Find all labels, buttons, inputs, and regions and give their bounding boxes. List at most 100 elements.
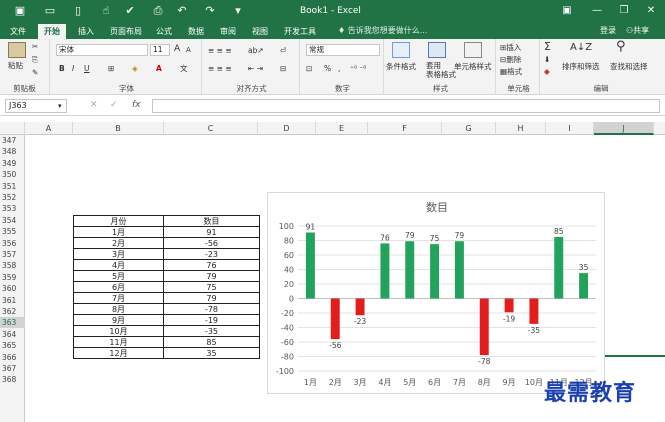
insert-cells-button[interactable]: ⊞插入 (500, 42, 521, 53)
column-header-e[interactable]: E (316, 122, 368, 135)
redo-icon[interactable]: ↷ (202, 4, 218, 18)
month-cell[interactable]: 10月 (73, 325, 164, 337)
count-cell[interactable]: -35 (163, 325, 260, 337)
month-cell[interactable]: 7月 (73, 292, 164, 304)
count-cell[interactable]: -78 (163, 303, 260, 315)
table-format-icon[interactable] (428, 42, 446, 58)
tab-view[interactable]: 视图 (246, 24, 274, 39)
month-cell[interactable]: 4月 (73, 259, 164, 271)
row-header[interactable]: 365 (0, 340, 25, 351)
row-header[interactable]: 363 (0, 317, 25, 329)
number-format-select[interactable]: 常规 (306, 44, 380, 56)
header-count[interactable]: 数目 (163, 215, 260, 227)
tab-formulas[interactable]: 公式 (150, 24, 178, 39)
copy-icon[interactable]: ⎘ (32, 54, 38, 65)
month-cell[interactable]: 5月 (73, 270, 164, 282)
maximize-icon[interactable]: ❐ (615, 3, 633, 18)
find-icon[interactable]: ⚲ (616, 40, 626, 53)
count-cell[interactable]: 35 (163, 347, 260, 359)
row-header[interactable]: 362 (0, 306, 25, 317)
wrap-text-icon[interactable]: ⏎ (280, 45, 286, 56)
row-header[interactable]: 351 (0, 181, 25, 192)
count-cell[interactable]: 76 (163, 259, 260, 271)
cut-icon[interactable]: ✂ (32, 41, 38, 52)
row-header[interactable]: 352 (0, 192, 25, 203)
decimal-icon[interactable]: ⁺⁰ ⁻⁰ (350, 63, 366, 74)
shrink-font-icon[interactable]: A (186, 45, 191, 56)
row-header[interactable]: 354 (0, 215, 25, 226)
month-cell[interactable]: 8月 (73, 303, 164, 315)
column-header-g[interactable]: G (442, 122, 496, 135)
tab-data[interactable]: 数据 (182, 24, 210, 39)
column-header-i[interactable]: I (546, 122, 594, 135)
customize-icon[interactable]: ▾ (230, 4, 246, 18)
count-cell[interactable]: 75 (163, 281, 260, 293)
format-painter-icon[interactable]: ✎ (32, 67, 38, 78)
column-header-a[interactable]: A (25, 122, 73, 135)
align-top-icon[interactable]: ≡ ≡ ≡ (208, 45, 232, 56)
ribbon-display-icon[interactable]: ▣ (558, 3, 576, 18)
month-cell[interactable]: 9月 (73, 314, 164, 326)
month-cell[interactable]: 2月 (73, 237, 164, 249)
tab-developer[interactable]: 开发工具 (278, 24, 322, 39)
cell-styles-button[interactable]: 单元格样式 (454, 61, 492, 72)
sort-filter-button[interactable]: 排序和筛选 (562, 61, 600, 72)
enter-icon[interactable]: ✓ (110, 100, 118, 110)
merge-center-icon[interactable]: ⊟ (280, 63, 286, 74)
sign-in-link[interactable]: 登录 (600, 24, 616, 38)
italic-button[interactable]: I (72, 63, 74, 74)
chart-area[interactable]: 数目 -100 -80 -60 -40 -20 0 20 40 60 80 100 91 1月 -56 2月… (267, 192, 605, 394)
spellcheck-icon[interactable]: ✔ (122, 4, 138, 18)
row-header[interactable]: 348 (0, 146, 25, 157)
month-cell[interactable]: 3月 (73, 248, 164, 260)
format-cells-button[interactable]: ▦格式 (500, 66, 522, 77)
phonetic-icon[interactable]: 文 (180, 63, 188, 74)
column-header-b[interactable]: B (73, 122, 164, 135)
conditional-format-icon[interactable] (392, 42, 410, 58)
count-cell[interactable]: -19 (163, 314, 260, 326)
indent-icon[interactable]: ⇤ ⇥ (248, 63, 263, 74)
close-icon[interactable]: ✕ (642, 3, 660, 18)
tab-review[interactable]: 审阅 (214, 24, 242, 39)
fill-color-icon[interactable]: ◈ (132, 63, 138, 74)
touch-icon[interactable]: ☝ (98, 4, 114, 18)
share-button[interactable]: ⚇共享 (626, 24, 649, 38)
borders-icon[interactable]: ⊞ (108, 63, 114, 74)
row-header[interactable]: 368 (0, 374, 25, 385)
delete-cells-button[interactable]: ⊟删除 (500, 54, 521, 65)
month-cell[interactable]: 12月 (73, 347, 164, 359)
font-name-select[interactable]: 宋体 (56, 44, 148, 56)
count-cell[interactable]: 91 (163, 226, 260, 238)
count-cell[interactable]: 85 (163, 336, 260, 348)
paste-icon[interactable] (8, 42, 26, 58)
percent-button[interactable]: % (324, 63, 331, 74)
column-header-h[interactable]: H (496, 122, 546, 135)
orientation-icon[interactable]: ab↗ (248, 45, 264, 56)
row-header[interactable]: 353 (0, 203, 25, 214)
function-icon[interactable]: fx (132, 100, 141, 110)
new-icon[interactable]: ▭ (42, 4, 58, 18)
count-cell[interactable]: -23 (163, 248, 260, 260)
formula-input[interactable] (152, 99, 660, 113)
grow-font-icon[interactable]: A (174, 44, 180, 55)
row-header[interactable]: 367 (0, 363, 25, 374)
fill-icon[interactable]: ⬇ (544, 54, 550, 65)
comma-button[interactable]: , (338, 63, 340, 74)
row-header[interactable]: 364 (0, 329, 25, 340)
paste-button[interactable]: 粘贴 (8, 60, 23, 71)
autosum-icon[interactable]: Σ (544, 41, 551, 52)
sort-filter-icon[interactable]: A↓Z (570, 42, 592, 53)
cancel-icon[interactable]: ✕ (90, 100, 98, 110)
column-header-j[interactable]: J (594, 122, 654, 135)
tab-insert[interactable]: 插入 (72, 24, 100, 39)
row-header[interactable]: 357 (0, 249, 25, 260)
count-cell[interactable]: 79 (163, 292, 260, 304)
column-header-d[interactable]: D (258, 122, 316, 135)
row-header[interactable]: 361 (0, 295, 25, 306)
count-cell[interactable]: -56 (163, 237, 260, 249)
font-color-icon[interactable]: A (156, 63, 162, 74)
row-header[interactable]: 350 (0, 169, 25, 180)
row-header[interactable]: 349 (0, 158, 25, 169)
align-left-icon[interactable]: ≡ ≡ ≡ (208, 63, 232, 74)
tell-me-box[interactable]: ♦ 告诉我您想要做什么... (338, 24, 427, 38)
